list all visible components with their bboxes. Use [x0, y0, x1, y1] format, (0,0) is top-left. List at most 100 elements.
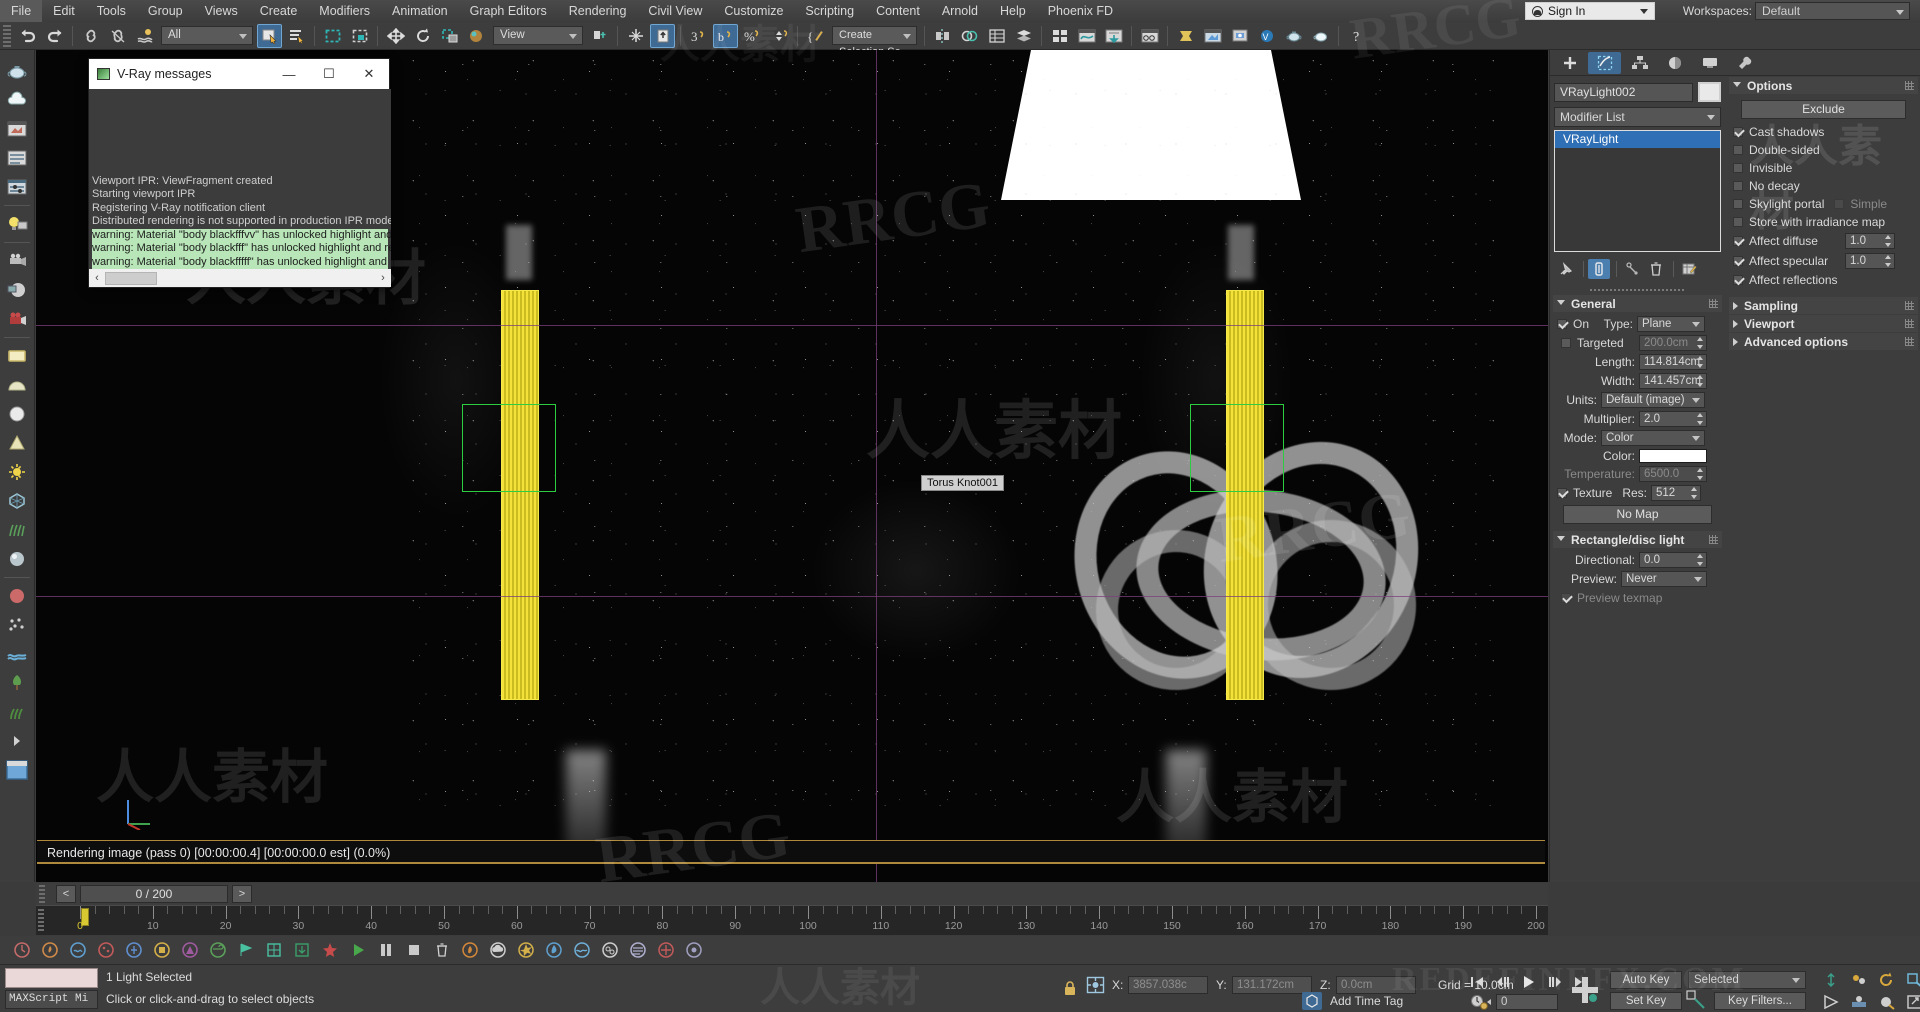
length-input[interactable]: 114.814cm — [1639, 354, 1707, 370]
track-bar-grip[interactable] — [38, 909, 44, 933]
help-icon[interactable]: ? — [1344, 24, 1369, 48]
plane-light-icon[interactable] — [2, 342, 32, 370]
sun-light-icon[interactable] — [2, 458, 32, 486]
undo-icon[interactable] — [15, 24, 40, 48]
directional-input[interactable]: 0.0 — [1639, 552, 1707, 568]
prev-frame-button[interactable]: < — [56, 885, 76, 903]
drag-grip-icon[interactable] — [1709, 535, 1718, 544]
invisible-checkbox[interactable] — [1733, 163, 1743, 173]
vraylight-right[interactable] — [1226, 290, 1264, 700]
spinner-arrows-icon[interactable] — [1696, 356, 1704, 368]
preview-texmap-checkbox[interactable] — [1561, 593, 1571, 603]
walk-through-icon[interactable] — [1846, 991, 1872, 1012]
phoenix-simulator-icon[interactable] — [10, 938, 34, 962]
simple-checkbox[interactable] — [1834, 199, 1845, 209]
stop-animation-icon[interactable] — [402, 938, 426, 962]
delete-simulation-icon[interactable] — [430, 938, 454, 962]
set-key-mode-icon[interactable] — [1568, 973, 1602, 1010]
spinner-arrows-icon[interactable] — [1696, 375, 1704, 387]
current-frame-input[interactable]: 0 — [1496, 994, 1558, 1010]
phoenix-particle-icon[interactable] — [94, 938, 118, 962]
rectangular-selection-region-icon[interactable] — [320, 24, 345, 48]
y-input[interactable]: 131.172cm — [1232, 976, 1312, 994]
object-name-input[interactable]: VRayLight002 — [1554, 82, 1693, 102]
menu-item-create[interactable]: Create — [249, 0, 309, 22]
no-map-button[interactable]: No Map — [1563, 505, 1712, 524]
key-filters-button[interactable]: Key Filters... — [1714, 992, 1806, 1010]
render-frame-window-icon[interactable] — [1200, 24, 1225, 48]
go-to-start-icon[interactable] — [1464, 971, 1490, 993]
render-setup-icon[interactable] — [1173, 24, 1198, 48]
edit-named-selection-sets-icon[interactable]: { — [803, 24, 828, 48]
play-animation-icon[interactable] — [346, 938, 370, 962]
vray-log-body[interactable]: Viewport IPR: ViewFragment created Start… — [89, 89, 391, 271]
expand-arrow-icon[interactable] — [2, 727, 32, 755]
menu-item-customize[interactable]: Customize — [713, 0, 794, 22]
affect-specular-checkbox[interactable] — [1733, 256, 1743, 266]
panel-resize-handle[interactable] — [1590, 286, 1685, 294]
tab-display[interactable] — [1693, 52, 1726, 74]
zoom-region-icon[interactable] — [1902, 969, 1920, 991]
teapot-tool-icon[interactable] — [2, 57, 32, 85]
select-object-icon[interactable] — [257, 23, 282, 48]
spinner-arrows-icon[interactable] — [1696, 468, 1704, 480]
spinner-arrows-icon[interactable] — [1696, 337, 1704, 349]
time-slider-handle[interactable]: 0 / 200 — [80, 885, 228, 903]
units-select[interactable]: Default (image) — [1601, 392, 1705, 408]
close-icon[interactable]: ✕ — [349, 59, 389, 89]
multiplier-input[interactable]: 2.0 — [1639, 411, 1707, 427]
spinner-arrows-icon[interactable] — [1884, 235, 1892, 247]
phoenix-liquid-icon[interactable] — [66, 938, 90, 962]
remove-modifier-icon[interactable] — [1645, 259, 1667, 279]
cloud-tool-icon[interactable] — [2, 86, 32, 114]
tree-foliage-icon[interactable] — [2, 669, 32, 697]
light-gizmo-right[interactable] — [1190, 404, 1284, 492]
tab-motion[interactable] — [1658, 52, 1691, 74]
menu-item-modifiers[interactable]: Modifiers — [308, 0, 381, 22]
key-mode-select[interactable]: Selected — [1688, 971, 1806, 989]
redo-icon[interactable] — [42, 24, 67, 48]
field-of-view-icon[interactable] — [1818, 991, 1844, 1012]
select-and-link-icon[interactable] — [78, 24, 103, 48]
menu-item-edit[interactable]: Edit — [42, 0, 86, 22]
material-editor-icon[interactable] — [1137, 24, 1162, 48]
schematic-view-icon[interactable] — [1101, 24, 1126, 48]
skylight-portal-checkbox[interactable] — [1733, 199, 1743, 209]
spinner-arrows-icon[interactable] — [1690, 487, 1698, 499]
select-and-rotate-icon[interactable] — [410, 24, 435, 48]
select-and-move-icon[interactable] — [383, 24, 408, 48]
drag-grip-icon[interactable] — [1905, 301, 1914, 310]
absolute-relative-toggle-icon[interactable] — [1086, 976, 1105, 997]
advanced-options-rollout-header[interactable]: Advanced options — [1729, 333, 1918, 350]
modifier-stack-list[interactable]: VRayLight — [1554, 130, 1721, 252]
sphere-light-icon[interactable] — [2, 400, 32, 428]
no-decay-checkbox[interactable] — [1733, 181, 1743, 191]
render-sliders-tool-icon[interactable] — [2, 173, 32, 201]
affect-diffuse-input[interactable]: 1.0 — [1845, 233, 1895, 249]
phoenix-grid-icon[interactable] — [262, 938, 286, 962]
phoenix-export-icon[interactable] — [290, 938, 314, 962]
sphere-gradient-icon[interactable] — [2, 545, 32, 573]
menu-item-help[interactable]: Help — [989, 0, 1037, 22]
pin-stack-icon[interactable] — [1555, 259, 1577, 279]
auto-key-button[interactable]: Auto Key — [1610, 971, 1682, 989]
light-color-swatch[interactable] — [1639, 449, 1707, 463]
next-frame-button[interactable]: > — [232, 885, 252, 903]
affect-specular-input[interactable]: 1.0 — [1845, 253, 1895, 269]
tab-utilities[interactable] — [1728, 52, 1761, 74]
phoenix-fire-icon[interactable] — [38, 938, 62, 962]
key-toggle-icon[interactable] — [1686, 990, 1708, 1010]
modifier-list-dropdown[interactable]: Modifier List — [1554, 107, 1721, 127]
drag-grip-icon[interactable] — [1709, 299, 1718, 308]
menu-item-group[interactable]: Group — [137, 0, 194, 22]
scene-explorer-icon[interactable] — [1047, 24, 1072, 48]
align-icon[interactable] — [957, 24, 982, 48]
reference-coordinate-select[interactable]: View — [493, 26, 583, 45]
vray-window-titlebar[interactable]: V-Ray messages — ☐ ✕ — [89, 59, 389, 89]
menu-item-animation[interactable]: Animation — [381, 0, 459, 22]
menu-item-civil-view[interactable]: Civil View — [637, 0, 713, 22]
menu-item-content[interactable]: Content — [865, 0, 931, 22]
phoenix-mapper-icon[interactable] — [178, 938, 202, 962]
splash-preset-icon[interactable] — [654, 938, 678, 962]
orbit-view-icon[interactable] — [1874, 969, 1900, 991]
